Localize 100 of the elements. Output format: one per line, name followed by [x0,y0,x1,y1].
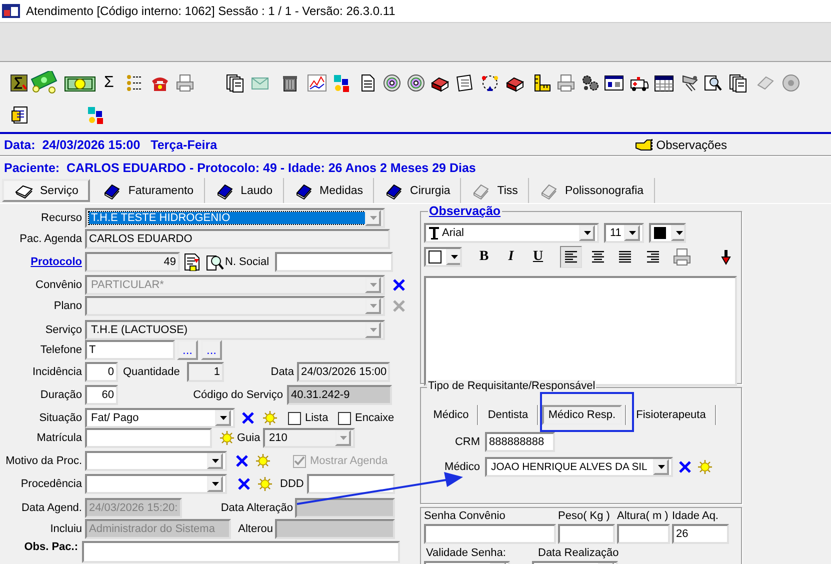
tab[interactable]: Cirurgia [374,178,462,203]
clear-icon[interactable] [236,477,252,491]
money-icon[interactable] [30,71,60,95]
field-label: Incluiu [49,523,82,535]
report-icon[interactable] [10,73,28,93]
input-field[interactable] [424,524,556,544]
gears-icon[interactable] [580,73,600,93]
tab[interactable]: Fisioterapeuta [627,407,715,423]
tool-icon[interactable] [680,73,700,93]
tab[interactable]: Faturamento [92,178,205,203]
date-label: Data: 24/03/2026 15:00 Terça-Feira [4,138,218,152]
format-button[interactable]: U [527,246,549,268]
input-field[interactable] [558,524,615,544]
disc-icon[interactable] [406,73,426,93]
font-dropdown[interactable]: Arial [424,223,599,243]
dropdown[interactable] [85,474,227,494]
trash-icon[interactable] [280,73,300,93]
clear-icon[interactable] [234,454,250,468]
tab[interactable]: Médico Resp. [542,405,622,425]
protocol-link[interactable]: Protocolo [0,256,82,268]
hand-icon [635,136,654,152]
dropdown[interactable]: T.H.E TESTE HIDROGENIO [85,208,385,228]
input-field[interactable] [617,524,670,544]
clipboard-icon[interactable] [10,105,30,125]
field-label: DDD [280,478,305,490]
book-icon [471,182,492,200]
caret-icon [210,457,220,465]
input-field[interactable]: CARLOS EDUARDO [85,229,390,249]
input-field[interactable] [85,428,212,448]
list-icon[interactable] [125,73,143,93]
pages-icon[interactable] [455,73,475,93]
color-dropdown[interactable] [649,223,686,243]
field-label: Data Alteração [220,502,293,514]
disc-icon[interactable] [382,73,402,93]
down-arrow-icon[interactable] [721,249,731,265]
input-field[interactable]: 40.31.242-9 [287,385,392,405]
tab[interactable]: Serviço [2,179,90,202]
field-label: Código do Serviço [192,389,283,401]
new-icon[interactable] [218,430,236,446]
shapes-icon[interactable] [332,73,352,93]
highlight-dropdown[interactable] [424,247,462,267]
checkbox[interactable]: Lista [288,412,333,424]
input-field[interactable]: 0 [85,362,118,382]
caret-icon [656,463,666,471]
align-button[interactable] [560,246,582,268]
input-field[interactable] [275,252,393,272]
input-field[interactable]: 26 [672,524,729,544]
new-icon[interactable] [261,410,279,426]
tab[interactable]: Laudo [204,178,284,203]
field-label: Telefone [39,344,82,356]
field-label: Validade Senha: [426,547,507,561]
input-field[interactable]: 49 [85,252,180,272]
format-button[interactable]: B [473,246,495,268]
printer-icon[interactable] [556,73,576,93]
input-field[interactable]: 60 [85,385,118,405]
field-label: Altura( m ) [617,510,670,524]
tab[interactable]: Médico [425,407,477,423]
dropdown[interactable]: JOAO HENRIQUE ALVES DA SIL [485,457,673,477]
chart-icon[interactable] [307,73,327,93]
search-icon[interactable] [206,253,224,271]
tab[interactable]: Dentista [479,407,537,423]
dropdown[interactable]: T.H.E (LACTUOSE) [85,320,385,340]
new-icon[interactable] [697,459,713,475]
field-label: Data Realização [538,547,620,561]
documents-icon[interactable] [225,73,245,93]
circle-icon[interactable] [480,73,500,93]
document-icon[interactable] [184,253,202,271]
field-label: Obs. Pac.: [23,541,78,553]
format-button[interactable]: I [500,246,522,268]
size-dropdown[interactable]: 11 [604,223,644,243]
clear-icon[interactable] [391,278,407,292]
clear-icon[interactable] [240,411,256,425]
ruler-icon[interactable] [532,73,552,93]
printer-icon[interactable] [175,73,195,93]
notes-button[interactable]: Observações [635,136,727,152]
dropdown[interactable] [85,451,227,471]
calendar-icon[interactable] [654,73,674,93]
sum-button[interactable]: Σ [104,75,118,91]
checkbox[interactable]: Encaixe [338,412,398,424]
tab[interactable]: Medidas [284,178,374,203]
shapes-icon[interactable] [86,105,106,125]
dropdown[interactable]: 210 [263,428,355,448]
input-field[interactable]: 1 [187,362,224,382]
ellipsis-button[interactable]: ... [177,340,198,360]
window-icon[interactable] [604,73,624,93]
ellipsis-button[interactable]: ... [201,340,222,360]
input-field[interactable]: 24/03/2026 15:00 [297,362,390,382]
field-label: Procedência [20,478,82,490]
input-field[interactable]: 888888888 [485,432,555,452]
dropdown[interactable]: Fat/ Pago [85,408,235,428]
field-label: Pac. Agenda [18,233,82,245]
input-field[interactable]: T [85,340,175,360]
input-field[interactable] [307,474,395,494]
text-area[interactable] [82,541,400,563]
magnifier-icon[interactable] [703,73,723,93]
clear-icon[interactable] [678,460,692,474]
printer-icon[interactable] [672,247,692,267]
align-icon [644,250,660,264]
group-title-link[interactable]: Observação [428,204,502,218]
documents-icon[interactable] [728,73,748,93]
